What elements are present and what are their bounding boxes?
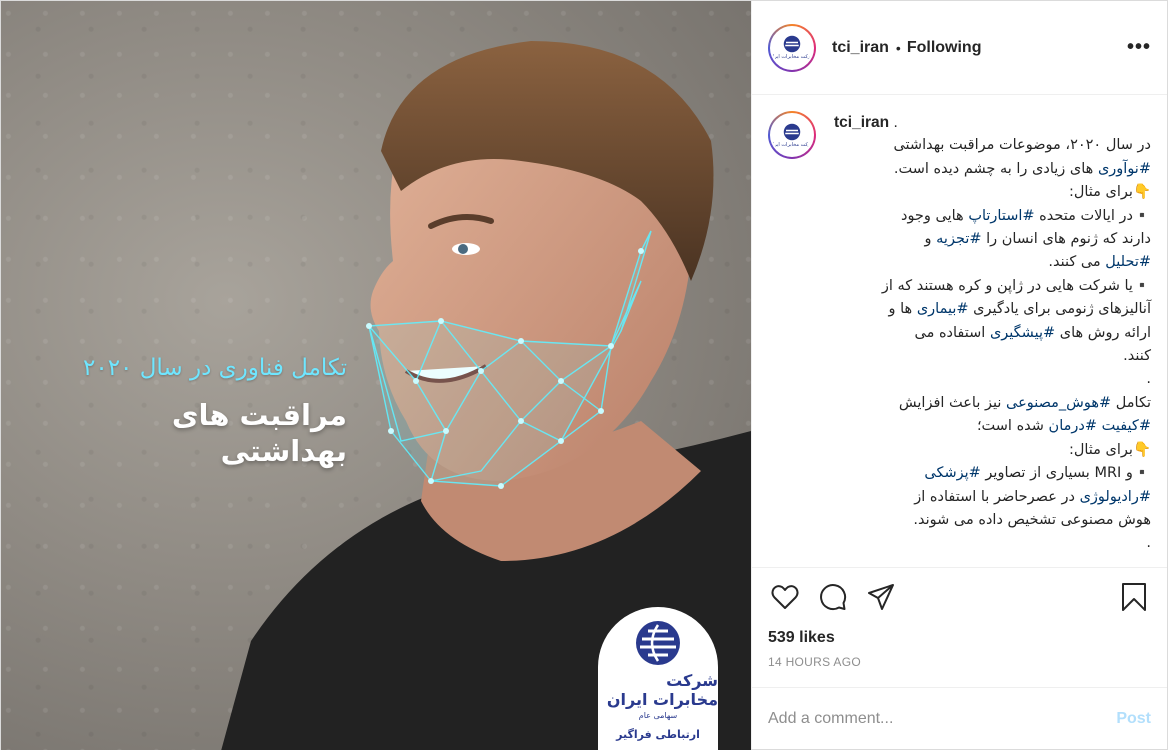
- logo-motto: ارتباطی فراگیر: [616, 728, 700, 741]
- caption-line: آنالیزهای ژنومی برای یادگیری #بیماری ها …: [834, 298, 1151, 321]
- caption-line: تکامل #هوش_مصنوعی نیز باعث افزایش: [834, 392, 1151, 415]
- profile-avatar[interactable]: شرکت مخابرات ایران: [768, 23, 816, 72]
- hashtag-link[interactable]: #تجزیه: [936, 231, 981, 247]
- hashtag-link[interactable]: #بیماری: [917, 301, 969, 317]
- post-side-panel: شرکت مخابرات ایران tci_iran • Following …: [751, 1, 1167, 749]
- hashtag-link[interactable]: #کیفیت: [1102, 418, 1151, 434]
- caption-text-segment: استفاده می: [914, 324, 990, 341]
- caption-line: ▪️یا شرکت هایی در ژاپن و کره هستند که از: [834, 275, 1151, 298]
- header-username[interactable]: tci_iran: [832, 39, 889, 57]
- caption-line: 👇برای مثال:: [834, 181, 1151, 204]
- caption-text-segment: ▪️در ایالات متحده: [1034, 207, 1151, 224]
- caption-text-segment: های زیادی را به چشم دیده است.: [893, 160, 1098, 177]
- overlay-title: مراقبت های بهداشتی: [171, 398, 347, 468]
- caption-text-segment: کنند.: [1123, 348, 1151, 365]
- action-bar: [752, 567, 1167, 625]
- share-button[interactable]: [864, 580, 898, 614]
- post-comment-button[interactable]: Post: [1116, 710, 1151, 728]
- caption-text-segment: 👇برای مثال:: [1068, 184, 1151, 201]
- caption-text-segment: دارند که ژنوم های انسان را: [981, 231, 1151, 248]
- caption-text-segment: .: [1146, 535, 1151, 552]
- post-image[interactable]: تکامل فناوری در سال ۲۰۲۰ مراقبت های بهدا…: [1, 1, 751, 750]
- avatar-brand-text: شرکت مخابرات ایران: [770, 54, 814, 60]
- caption-line: .: [834, 532, 1151, 555]
- post-timestamp[interactable]: 14 HOURS AGO: [752, 651, 1167, 687]
- logo-brand-name: شرکت مخابرات ایران: [606, 671, 718, 709]
- overlay-subtitle: تکامل فناوری در سال ۲۰۲۰: [82, 355, 347, 381]
- hashtag-link[interactable]: #پزشکی: [924, 465, 980, 481]
- caption-text-segment: و: [924, 231, 937, 248]
- caption-avatar[interactable]: شرکت مخابرات ایران: [768, 111, 816, 159]
- following-button[interactable]: Following: [907, 39, 982, 57]
- caption-line: #نوآوری های زیادی را به چشم دیده است.: [834, 158, 1151, 181]
- caption-text-segment: تکامل: [1111, 394, 1151, 411]
- save-button[interactable]: [1117, 580, 1151, 614]
- caption-line: #کیفیت #درمان شده است؛: [834, 415, 1151, 438]
- caption-text-segment: .: [1146, 371, 1151, 388]
- caption-text-segment: هوش مصنوعی تشخیص داده می شوند.: [913, 511, 1151, 528]
- instagram-post-window: تکامل فناوری در سال ۲۰۲۰ مراقبت های بهدا…: [0, 0, 1168, 750]
- caption-text-segment: 👇برای مثال:: [1068, 441, 1151, 458]
- likes-count[interactable]: 539 likes: [752, 625, 1167, 651]
- caption-text-segment: نیز باعث افزایش: [898, 394, 1006, 411]
- hashtag-link[interactable]: #پیشگیری: [990, 325, 1055, 341]
- caption-text-segment: ها و: [888, 301, 917, 318]
- caption-username[interactable]: tci_iran: [834, 114, 889, 131]
- hashtag-link[interactable]: #استارتاپ: [968, 208, 1034, 224]
- tci-globe-logo-icon: [636, 621, 680, 665]
- caption-text-segment: ▪️یا شرکت هایی در ژاپن و کره هستند که از: [881, 277, 1151, 294]
- caption-line: کنند.: [834, 345, 1151, 368]
- caption-line: هوش مصنوعی تشخیص داده می شوند.: [834, 509, 1151, 532]
- caption-username-suffix: .: [893, 114, 898, 131]
- tci-globe-logo-icon: [783, 35, 801, 53]
- caption-line: در سال ۲۰۲۰، موضوعات مراقبت بهداشتی: [834, 134, 1151, 157]
- comment-input[interactable]: [768, 709, 1117, 728]
- caption-text-segment: می کنند.: [1048, 254, 1106, 271]
- caption-line: دارند که ژنوم های انسان را #تجزیه و: [834, 228, 1151, 251]
- more-horizontal-icon[interactable]: •••: [1127, 36, 1151, 59]
- hashtag-link[interactable]: #تحلیل: [1105, 254, 1151, 270]
- bookmark-icon: [1122, 582, 1146, 611]
- caption-text-segment: هایی وجود: [900, 207, 969, 224]
- share-icon: [868, 583, 894, 610]
- caption-area: شرکت مخابرات ایران tci_iran . در سال ۲۰۲…: [752, 95, 1167, 567]
- caption-line: #تحلیل می کنند.: [834, 251, 1151, 274]
- caption-line: 👇برای مثال:: [834, 439, 1151, 462]
- caption-text-segment: در سال ۲۰۲۰، موضوعات مراقبت بهداشتی: [893, 137, 1151, 154]
- post-header: شرکت مخابرات ایران tci_iran • Following …: [752, 1, 1167, 95]
- caption-line: #رادیولوژی در عصرحاضر با استفاده از: [834, 486, 1151, 509]
- caption-text-segment: در عصرحاضر با استفاده از: [914, 488, 1080, 505]
- caption-text-segment: ارائه روش های: [1055, 324, 1151, 341]
- caption-line: .: [834, 368, 1151, 391]
- tci-logo-card: شرکت مخابرات ایران سهامی عام ارتباطی فرا…: [598, 607, 718, 750]
- header-separator: •: [895, 39, 901, 56]
- logo-subtitle: سهامی عام: [638, 711, 678, 720]
- hashtag-link[interactable]: #درمان: [1049, 418, 1097, 434]
- hashtag-link[interactable]: #هوش_مصنوعی: [1006, 395, 1111, 411]
- caption-line: ارائه روش های #پیشگیری استفاده می: [834, 322, 1152, 345]
- comment-icon: [820, 583, 847, 610]
- hashtag-link[interactable]: #نوآوری: [1098, 161, 1151, 177]
- tci-globe-logo-icon: [783, 123, 801, 140]
- add-comment-bar: Post: [752, 687, 1167, 749]
- caption-text-segment: آنالیزهای ژنومی برای یادگیری: [968, 301, 1151, 318]
- image-overlay-text: تکامل فناوری در سال ۲۰۲۰ مراقبت های بهدا…: [37, 353, 347, 469]
- like-button[interactable]: [768, 580, 802, 614]
- caption-text-segment: شده است؛: [976, 418, 1049, 435]
- caption-line: ▪️و MRI بسیاری از تصاویر #پزشکی: [834, 462, 1151, 485]
- caption-body: tci_iran . در سال ۲۰۲۰، موضوعات مراقبت ب…: [834, 111, 1151, 567]
- comment-button[interactable]: [816, 580, 850, 614]
- hashtag-link[interactable]: #رادیولوژی: [1080, 489, 1151, 505]
- caption-line: ▪️در ایالات متحده #استارتاپ هایی وجود: [834, 205, 1151, 228]
- caption-text: در سال ۲۰۲۰، موضوعات مراقبت بهداشتی #نوآو…: [834, 134, 1151, 555]
- caption-text-segment: ▪️و MRI بسیاری از تصاویر: [980, 465, 1151, 482]
- heart-icon: [771, 584, 799, 609]
- avatar-brand-text: شرکت مخابرات ایران: [770, 141, 814, 148]
